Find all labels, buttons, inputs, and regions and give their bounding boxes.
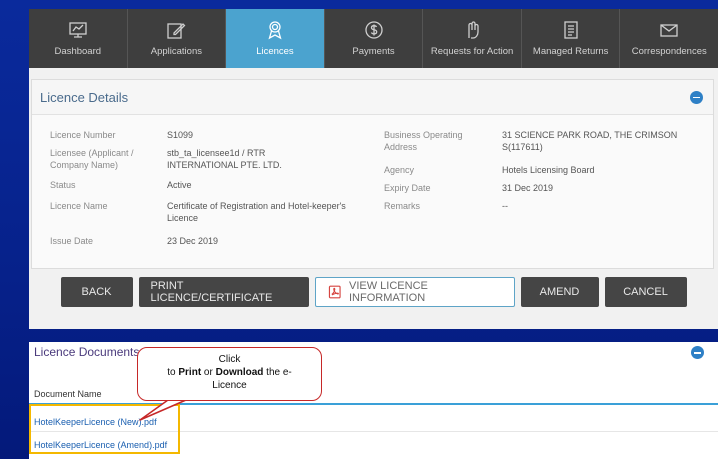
callout-suffix: the e- xyxy=(263,367,292,378)
action-buttons: BACK PRINT LICENCE/CERTIFICATE VIEW LICE… xyxy=(29,277,718,307)
nav-label: Licences xyxy=(256,46,294,57)
highlight-box xyxy=(29,404,180,454)
mail-icon xyxy=(660,24,678,37)
award-icon xyxy=(268,21,282,40)
instruction-callout: Click to Print or Download the e- Licenc… xyxy=(137,347,322,401)
nav-label: Correspondences xyxy=(631,46,707,57)
edit-icon xyxy=(167,23,186,39)
collapse-icon[interactable] xyxy=(690,90,703,104)
licence-name-label: Licence Name xyxy=(50,201,108,211)
licensee-label: Licensee (Applicant / Company Name) xyxy=(50,148,134,170)
licence-name-value: Certificate of Registration and Hotel-ke… xyxy=(167,201,346,223)
expiry-date-label: Expiry Date xyxy=(384,183,431,193)
callout-line-1: Click xyxy=(218,354,241,365)
portal-frame: Dashboard Applications Licences Payments… xyxy=(29,9,718,329)
business-address-label: Business Operating Address xyxy=(384,130,463,152)
callout-line-3: Licence xyxy=(212,380,247,391)
callout-prefix: to xyxy=(167,367,179,378)
licensee-value: stb_ta_licensee1d / RTR INTERNATIONAL PT… xyxy=(167,148,282,170)
callout-bold-download: Download xyxy=(215,367,264,378)
nav-managed-returns[interactable]: Managed Returns xyxy=(522,9,621,68)
callout-line-2: to Print or Download the e- xyxy=(138,366,321,379)
nav-label: Requests for Action xyxy=(430,46,514,57)
business-address-value: 31 SCIENCE PARK ROAD, THE CRIMSON S(1176… xyxy=(502,130,678,152)
issue-date-label: Issue Date xyxy=(50,236,94,246)
remarks-label: Remarks xyxy=(384,201,421,211)
nav-requests[interactable]: Requests for Action xyxy=(423,9,522,68)
nav-payments[interactable]: Payments xyxy=(325,9,424,68)
agency-value: Hotels Licensing Board xyxy=(502,165,595,175)
nav-dashboard[interactable]: Dashboard xyxy=(29,9,128,68)
callout-bold-print: Print xyxy=(178,367,202,378)
cancel-button[interactable]: CANCEL xyxy=(604,277,687,307)
licence-documents-panel: Licence Documents Document Name HotelKee… xyxy=(29,342,718,459)
licence-number-value: S1099 xyxy=(167,130,194,140)
panel-header: Licence Details xyxy=(32,80,713,115)
pdf-icon xyxy=(328,285,341,299)
nav-label: Payments xyxy=(352,46,395,57)
nav-correspondences[interactable]: Correspondences xyxy=(620,9,718,68)
licence-details-panel: Licence Details Licence Number S1099 Lic… xyxy=(31,79,714,269)
collapse-icon[interactable] xyxy=(691,346,704,359)
documents-title: Licence Documents xyxy=(34,345,140,359)
callout-mid: or xyxy=(201,367,216,378)
top-nav: Dashboard Applications Licences Payments… xyxy=(29,9,718,68)
agency-label: Agency xyxy=(384,165,415,175)
print-licence-button[interactable]: PRINT LICENCE/CERTIFICATE xyxy=(138,277,309,307)
issue-date-value: 23 Dec 2019 xyxy=(167,236,219,246)
nav-applications[interactable]: Applications xyxy=(128,9,227,68)
document-name-header: Document Name xyxy=(29,386,718,405)
document-icon xyxy=(564,21,578,39)
status-value: Active xyxy=(167,180,192,190)
dashboard-icon xyxy=(69,22,87,38)
view-licence-button[interactable]: VIEW LICENCE INFORMATION xyxy=(314,277,515,307)
dollar-icon xyxy=(364,21,383,39)
expiry-date-value: 31 Dec 2019 xyxy=(502,183,554,193)
view-licence-label: VIEW LICENCE INFORMATION xyxy=(349,280,428,304)
licence-number-label: Licence Number xyxy=(50,130,116,140)
amend-button[interactable]: AMEND xyxy=(520,277,599,307)
status-label: Status xyxy=(50,180,76,190)
nav-label: Managed Returns xyxy=(532,46,609,57)
nav-label: Dashboard xyxy=(54,46,102,57)
panel-title: Licence Details xyxy=(40,89,129,105)
back-button[interactable]: BACK xyxy=(60,277,133,307)
nav-licences[interactable]: Licences xyxy=(226,9,325,68)
hand-icon xyxy=(468,21,479,39)
nav-label: Applications xyxy=(150,46,202,57)
remarks-value: -- xyxy=(502,201,508,211)
